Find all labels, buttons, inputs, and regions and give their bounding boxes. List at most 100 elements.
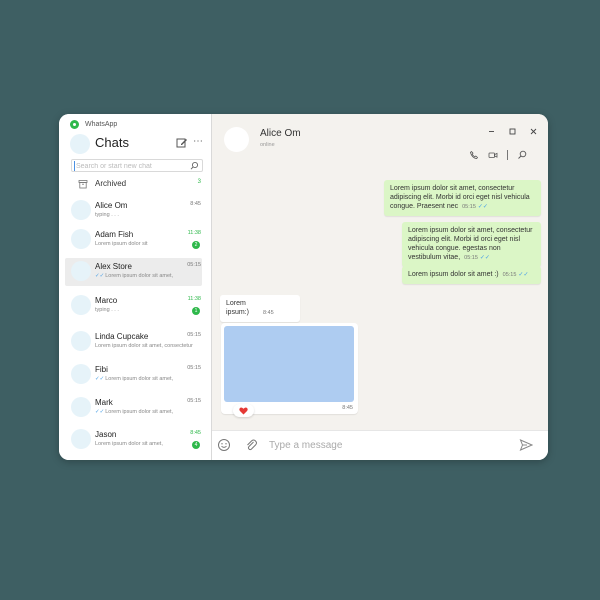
chat-preview: ✓✓Lorem ipsum dolor sit amet,	[95, 376, 174, 382]
incoming-media-message[interactable]: 8:45	[221, 323, 358, 414]
chat-item-marco[interactable]: Marco typing . . . 11:38 1	[65, 292, 202, 320]
search-box[interactable]	[71, 159, 203, 172]
archived-label: Archived	[95, 179, 127, 188]
chat-preview: ✓✓Lorem ipsum dolor sit amet,	[95, 409, 174, 415]
message-time: 05:15	[464, 255, 478, 261]
unread-badge: 4	[192, 441, 200, 449]
chat-name: Alex Store	[95, 262, 132, 271]
chat-name: Adam Fish	[95, 230, 134, 239]
chat-item-fibi[interactable]: Fibi ✓✓Lorem ipsum dolor sit amet, 05:15	[65, 361, 202, 389]
archived-count: 3	[197, 179, 201, 185]
chat-preview: typing . . .	[95, 212, 119, 218]
chat-name: Jason	[95, 430, 117, 439]
unread-badge: 2	[192, 241, 200, 249]
read-ticks-icon: ✓✓	[95, 273, 105, 279]
more-options-icon[interactable]: ⋯	[193, 137, 203, 149]
heart-icon	[239, 407, 248, 415]
sidebar: WhatsApp Chats ⋯ Archiv	[59, 114, 212, 460]
message-text: Lorem ipsum dolor sit amet :)	[408, 271, 499, 278]
chat-name: Alice Om	[95, 201, 128, 210]
avatar	[71, 261, 91, 281]
chat-name: Fibi	[95, 365, 108, 374]
message-composer	[212, 430, 548, 460]
message-time: 05:15	[462, 204, 476, 210]
incoming-message[interactable]: Lorem ipsum:) 8:45	[220, 295, 300, 322]
chat-preview: Lorem ipsum dolor sit	[95, 241, 148, 247]
message-time: 05:15	[502, 272, 517, 278]
chats-title: Chats	[95, 135, 129, 150]
message-input[interactable]	[269, 437, 499, 453]
chat-name: Mark	[95, 398, 113, 407]
phone-icon[interactable]	[469, 150, 479, 160]
message-time: 8:45	[262, 310, 274, 316]
my-avatar[interactable]	[70, 134, 90, 154]
chat-time: 05:15	[187, 398, 201, 404]
contact-name[interactable]: Alice Om	[260, 128, 301, 139]
maximize-icon[interactable]	[508, 127, 517, 136]
chat-preview: Lorem ipsum dolor sit amet,	[95, 441, 163, 447]
avatar	[71, 229, 91, 249]
avatar	[71, 397, 91, 417]
chat-item-mark[interactable]: Mark ✓✓Lorem ipsum dolor sit amet, 05:15	[65, 394, 202, 422]
image-placeholder[interactable]	[224, 326, 354, 402]
chat-item-alex-store[interactable]: Alex Store ✓✓Lorem ipsum dolor sit amet,…	[65, 258, 202, 286]
contact-avatar[interactable]	[224, 127, 249, 152]
contact-status: online	[260, 142, 275, 148]
read-ticks-icon: ✓✓	[95, 409, 105, 415]
chats-header: Chats ⋯	[59, 132, 212, 160]
chat-time: 05:15	[187, 262, 201, 268]
avatar	[71, 364, 91, 384]
close-icon[interactable]	[529, 127, 538, 136]
chat-item-jason[interactable]: Jason Lorem ipsum dolor sit amet, 8:45 4	[65, 426, 202, 454]
avatar	[71, 295, 91, 315]
new-chat-icon[interactable]	[176, 137, 188, 149]
chat-name: Linda Cupcake	[95, 332, 149, 341]
search-input[interactable]	[76, 161, 186, 171]
chat-time: 8:45	[190, 201, 201, 207]
archive-icon	[78, 180, 88, 189]
video-call-icon[interactable]	[488, 150, 498, 160]
chat-item-adam-fish[interactable]: Adam Fish Lorem ipsum dolor sit 11:38 2	[65, 226, 202, 254]
header-divider	[507, 150, 508, 160]
message-time: 8:45	[342, 405, 353, 411]
outgoing-message[interactable]: Lorem ipsum dolor sit amet, consectetur …	[402, 222, 541, 267]
message-text: Lorem ipsum:)	[226, 300, 249, 316]
chat-time: 11:38	[187, 230, 201, 236]
conversation-header: Alice Om online	[212, 114, 548, 160]
read-ticks-icon: ✓✓	[479, 255, 490, 261]
archived-row[interactable]: Archived 3	[59, 175, 212, 191]
chat-name: Marco	[95, 296, 118, 305]
avatar	[71, 200, 91, 220]
chat-preview: Lorem ipsum dolor sit amet, consectetur	[95, 343, 193, 349]
send-icon[interactable]	[519, 438, 533, 452]
chat-time: 11:38	[187, 296, 201, 302]
chat-time: 05:15	[187, 332, 201, 338]
search-icon[interactable]	[189, 161, 199, 171]
outgoing-message[interactable]: Lorem ipsum dolor sit amet :) 05:15 ✓✓	[402, 266, 541, 284]
chat-preview: typing . . .	[95, 307, 119, 313]
read-ticks-icon: ✓✓	[518, 272, 529, 278]
unread-badge: 1	[192, 307, 200, 315]
reaction-badge[interactable]	[233, 404, 254, 417]
avatar	[71, 429, 91, 449]
emoji-icon[interactable]	[217, 438, 231, 452]
window-controls	[487, 127, 538, 136]
outgoing-message[interactable]: Lorem ipsum dolor sit amet, consectetur …	[384, 180, 541, 216]
search-messages-icon[interactable]	[517, 150, 527, 160]
conversation-pane: Alice Om online Lorem ipsum dolor sit am…	[212, 114, 548, 460]
read-ticks-icon: ✓✓	[477, 204, 488, 210]
app-title-bar: WhatsApp	[70, 118, 117, 130]
chat-time: 8:45	[190, 430, 201, 436]
chat-preview: ✓✓Lorem ipsum dolor sit amet,	[95, 273, 174, 279]
header-actions	[469, 150, 527, 160]
text-caret	[74, 161, 75, 171]
whatsapp-logo-icon	[70, 119, 79, 129]
read-ticks-icon: ✓✓	[95, 376, 105, 382]
chat-item-alice-om[interactable]: Alice Om typing . . . 8:45	[65, 197, 202, 225]
minimize-icon[interactable]	[487, 127, 496, 136]
chat-item-linda-cupcake[interactable]: Linda Cupcake Lorem ipsum dolor sit amet…	[65, 328, 202, 356]
message-text: Lorem ipsum dolor sit amet, consectetur …	[390, 185, 530, 210]
app-name: WhatsApp	[85, 120, 118, 128]
attach-icon[interactable]	[244, 438, 258, 452]
avatar	[71, 331, 91, 351]
